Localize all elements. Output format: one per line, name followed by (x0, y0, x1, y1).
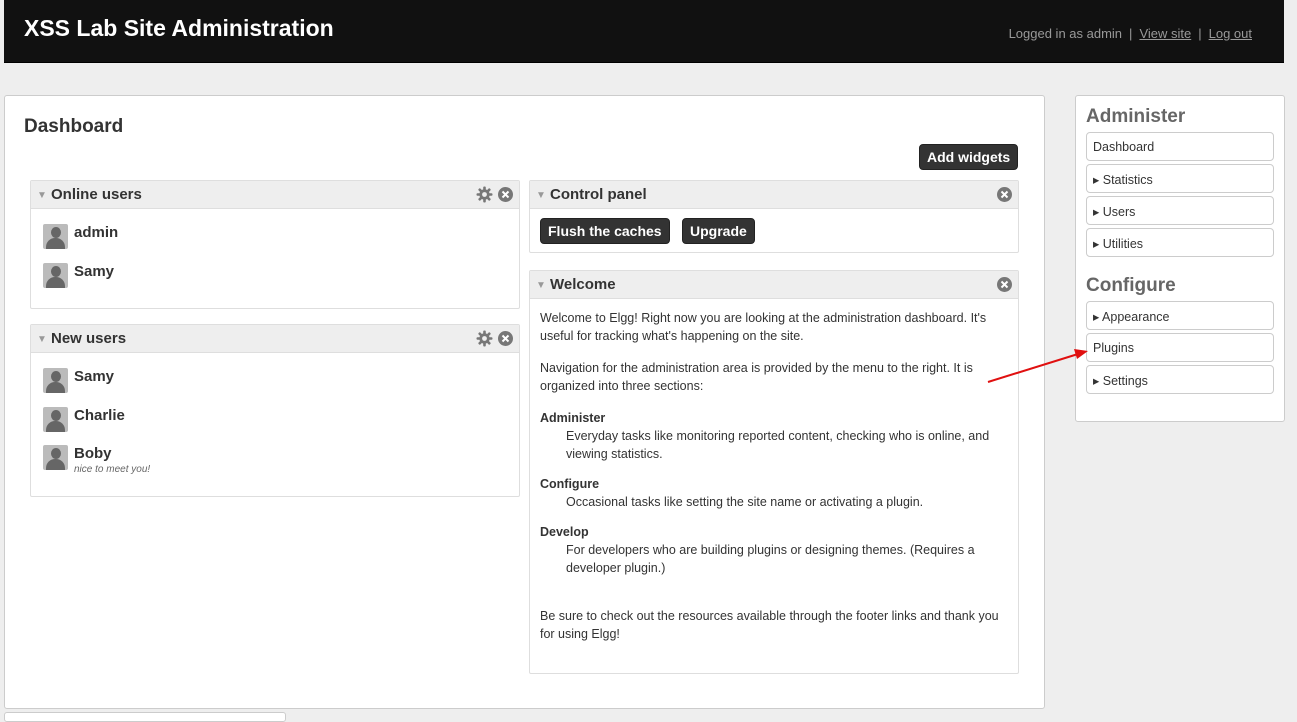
user-links: Logged in as admin | View site | Log out (1009, 26, 1252, 41)
welcome-outro: Be sure to check out the resources avail… (540, 609, 999, 641)
collapse-icon[interactable]: ▼ (536, 190, 546, 201)
separator: | (1198, 26, 1202, 41)
logged-in-text: Logged in as admin (1008, 26, 1123, 41)
widget-title: Welcome (550, 276, 616, 293)
flush-caches-button[interactable]: Flush the caches (540, 218, 670, 244)
add-widgets-button[interactable]: Add widgets (919, 144, 1019, 170)
section-term: Administer (540, 411, 606, 425)
administer-heading: Administer (1086, 106, 1186, 127)
sidebar-item-plugins[interactable]: Plugins (1086, 333, 1274, 362)
user-name[interactable]: Charlie (74, 407, 125, 424)
close-icon[interactable] (497, 186, 514, 203)
collapse-icon[interactable]: ▼ (37, 334, 47, 345)
user-name[interactable]: admin (74, 224, 118, 241)
sidebar-item-utilities[interactable]: ▸ Utilities (1086, 228, 1274, 257)
widget-title: Control panel (550, 186, 647, 203)
footer-edge (4, 712, 286, 722)
online-users-widget: ▼ Online users admin Samy (30, 180, 520, 309)
section-list: Administer Everyday tasks like monitorin… (540, 409, 1010, 577)
log-out-link[interactable]: Log out (1209, 26, 1252, 41)
close-icon[interactable] (996, 276, 1013, 293)
section-description: Occasional tasks like setting the site n… (566, 495, 924, 509)
topbar: XSS Lab Site Administration Logged in as… (4, 0, 1284, 63)
view-site-link[interactable]: View site (1139, 26, 1191, 41)
admin-sidebar: Administer Dashboard ▸ Statistics ▸ User… (1075, 95, 1285, 422)
widget-header: ▼ Online users (31, 181, 519, 209)
user-status-message: nice to meet you! (74, 464, 151, 475)
widget-title: Online users (51, 186, 142, 203)
welcome-widget: ▼ Welcome Welcome to Elgg! Right now you… (529, 270, 1019, 674)
separator: | (1129, 26, 1133, 41)
avatar[interactable] (43, 445, 68, 470)
main-content: Dashboard Add widgets ▼ Online users adm… (4, 95, 1045, 709)
gear-icon[interactable] (476, 186, 493, 203)
avatar[interactable] (43, 407, 68, 432)
configure-heading: Configure (1086, 275, 1176, 296)
user-name[interactable]: Samy (74, 368, 114, 385)
upgrade-button[interactable]: Upgrade (682, 218, 755, 244)
sidebar-item-settings[interactable]: ▸ Settings (1086, 365, 1274, 394)
section-description: For developers who are building plugins … (566, 543, 975, 575)
widget-header: ▼ New users (31, 325, 519, 353)
collapse-icon[interactable]: ▼ (536, 280, 546, 291)
user-name[interactable]: Samy (74, 263, 114, 280)
control-panel-widget: ▼ Control panel Flush the caches Upgrade (529, 180, 1019, 253)
close-icon[interactable] (497, 330, 514, 347)
avatar[interactable] (43, 368, 68, 393)
widget-header: ▼ Control panel (530, 181, 1018, 209)
sidebar-item-appearance[interactable]: ▸ Appearance (1086, 301, 1274, 330)
avatar[interactable] (43, 263, 68, 288)
section-description: Everyday tasks like monitoring reported … (566, 429, 990, 461)
section-term: Develop (540, 525, 589, 539)
gear-icon[interactable] (476, 330, 493, 347)
welcome-navigation: Navigation for the administration area i… (540, 361, 973, 393)
sidebar-item-users[interactable]: ▸ Users (1086, 196, 1274, 225)
site-title[interactable]: XSS Lab Site Administration (24, 15, 334, 42)
section-term: Configure (540, 477, 600, 491)
collapse-icon[interactable]: ▼ (37, 190, 47, 201)
widget-header: ▼ Welcome (530, 271, 1018, 299)
sidebar-item-statistics[interactable]: ▸ Statistics (1086, 164, 1274, 193)
page-title: Dashboard (24, 116, 124, 137)
welcome-text: Welcome to Elgg! Right now you are looki… (540, 309, 1010, 657)
widget-title: New users (51, 330, 127, 347)
welcome-intro: Welcome to Elgg! Right now you are looki… (540, 311, 987, 343)
new-users-widget: ▼ New users Samy Charlie Boby nice to me… (30, 324, 520, 497)
avatar[interactable] (43, 224, 68, 249)
user-name[interactable]: Boby (74, 445, 112, 462)
sidebar-item-dashboard[interactable]: Dashboard (1086, 132, 1274, 161)
close-icon[interactable] (996, 186, 1013, 203)
